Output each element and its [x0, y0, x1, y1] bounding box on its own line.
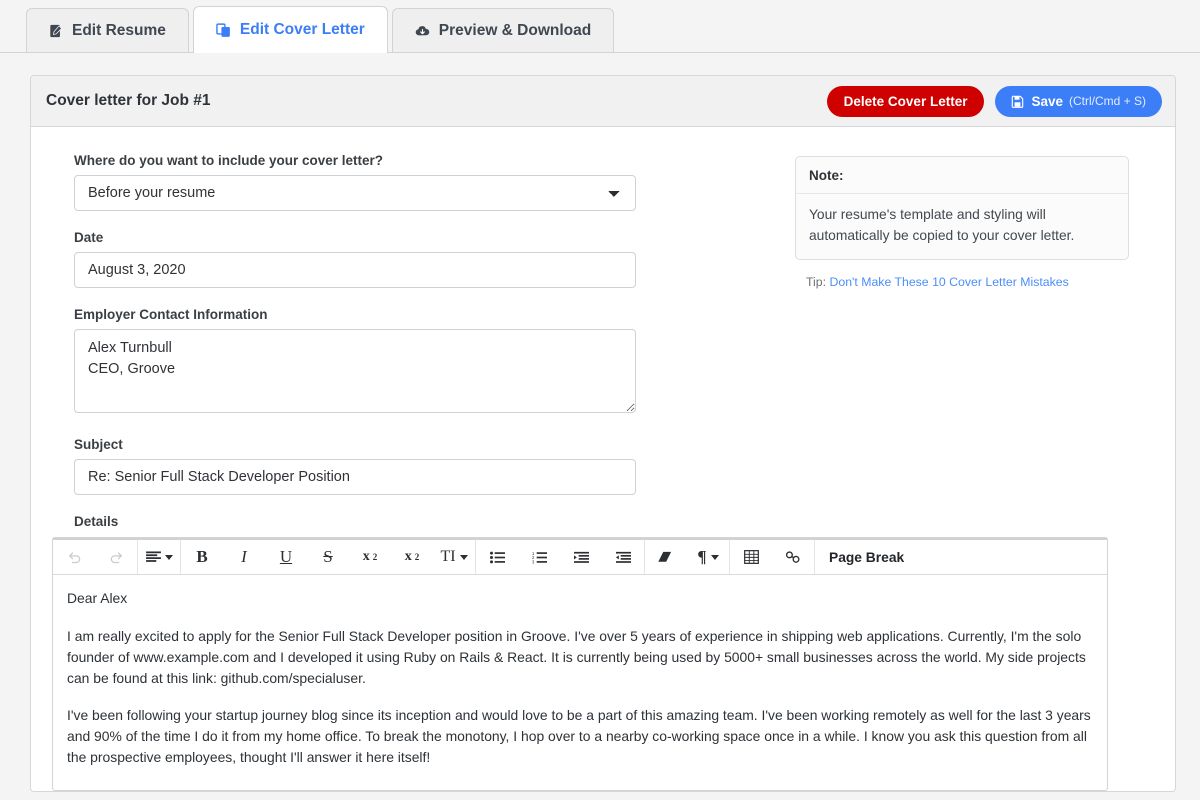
- editor-content-area[interactable]: Dear Alex I am really excited to apply f…: [53, 575, 1107, 790]
- employer-contact-textarea[interactable]: Alex Turnbull CEO, Groove: [74, 329, 636, 413]
- subscript-icon[interactable]: x2: [349, 540, 391, 575]
- side-column: Note: Your resume's template and styling…: [795, 153, 1153, 537]
- undo-icon[interactable]: [53, 540, 95, 575]
- date-input[interactable]: [74, 252, 636, 288]
- letter-paragraph-2: I've been following your startup journey…: [67, 705, 1093, 768]
- tab-label: Edit Resume: [72, 22, 166, 40]
- card-body: Where do you want to include your cover …: [31, 127, 1175, 537]
- numbered-list-icon[interactable]: 123: [518, 540, 560, 575]
- header-actions: Delete Cover Letter Save (Ctrl/Cmd + S): [827, 86, 1162, 117]
- toolbar-group-format: B I U S x2 x2 TI: [181, 540, 476, 574]
- note-body: Your resume's template and styling will …: [796, 194, 1128, 259]
- date-label: Date: [74, 230, 773, 245]
- strikethrough-icon[interactable]: S: [307, 540, 349, 575]
- subject-field: Subject: [74, 437, 773, 495]
- note-heading: Note:: [796, 157, 1128, 194]
- placement-field: Where do you want to include your cover …: [74, 153, 773, 211]
- indent-increase-icon[interactable]: [560, 540, 602, 575]
- link-icon[interactable]: [772, 540, 814, 575]
- save-button[interactable]: Save (Ctrl/Cmd + S): [995, 86, 1162, 117]
- note-card: Note: Your resume's template and styling…: [795, 156, 1129, 260]
- redo-icon[interactable]: [95, 540, 137, 575]
- save-shortcut-hint: (Ctrl/Cmd + S): [1069, 94, 1146, 108]
- editor-toolbar: B I U S x2 x2 TI 123: [53, 538, 1107, 575]
- details-label: Details: [74, 514, 773, 529]
- tip-prefix: Tip:: [806, 275, 826, 289]
- bulleted-list-icon[interactable]: [476, 540, 518, 575]
- copy-documents-icon: [216, 23, 231, 38]
- cloud-download-icon: [415, 24, 430, 38]
- tab-edit-cover-letter[interactable]: Edit Cover Letter: [193, 6, 388, 53]
- chevron-down-icon: [460, 555, 468, 560]
- svg-text:3: 3: [532, 559, 535, 563]
- page-break-button[interactable]: Page Break: [815, 540, 918, 575]
- subject-label: Subject: [74, 437, 773, 452]
- save-floppy-icon: [1011, 95, 1024, 108]
- placement-select[interactable]: Before your resume After your resume: [74, 175, 636, 211]
- edit-document-icon: [49, 24, 63, 38]
- delete-cover-letter-button[interactable]: Delete Cover Letter: [827, 86, 985, 117]
- main-tab-bar: Edit Resume Edit Cover Letter Preview & …: [0, 0, 1200, 53]
- text-style-icon[interactable]: TI: [433, 540, 475, 575]
- italic-icon[interactable]: I: [223, 540, 265, 575]
- letter-paragraph-1: I am really excited to apply for the Sen…: [67, 626, 1093, 689]
- tab-label: Preview & Download: [439, 22, 591, 40]
- tip-line: Tip: Don't Make These 10 Cover Letter Mi…: [795, 275, 1153, 289]
- form-column: Where do you want to include your cover …: [53, 153, 773, 537]
- toolbar-group-insert: [730, 540, 815, 574]
- page-title: Cover letter for Job #1: [46, 92, 211, 110]
- toolbar-group-clear: ¶: [645, 540, 730, 574]
- save-label: Save: [1031, 94, 1063, 109]
- paragraph-pilcrow-icon[interactable]: ¶: [687, 540, 729, 575]
- chevron-down-icon: [711, 555, 719, 560]
- date-field: Date: [74, 230, 773, 288]
- toolbar-group-lists: 123: [476, 540, 645, 574]
- chevron-down-icon: [165, 555, 173, 560]
- cover-letter-card: Cover letter for Job #1 Delete Cover Let…: [30, 75, 1176, 792]
- subject-input[interactable]: [74, 459, 636, 495]
- tab-edit-resume[interactable]: Edit Resume: [26, 8, 189, 52]
- toolbar-group-history: [53, 540, 138, 574]
- clear-formatting-eraser-icon[interactable]: [645, 540, 687, 575]
- align-left-icon[interactable]: [138, 540, 180, 575]
- bold-icon[interactable]: B: [181, 540, 223, 575]
- tab-label: Edit Cover Letter: [240, 21, 365, 39]
- tip-link[interactable]: Don't Make These 10 Cover Letter Mistake…: [829, 275, 1068, 289]
- tab-preview-download[interactable]: Preview & Download: [392, 8, 614, 52]
- employer-contact-label: Employer Contact Information: [74, 307, 773, 322]
- employer-contact-field: Employer Contact Information Alex Turnbu…: [74, 307, 773, 418]
- placement-label: Where do you want to include your cover …: [74, 153, 773, 168]
- details-editor: B I U S x2 x2 TI 123: [52, 537, 1108, 791]
- superscript-icon[interactable]: x2: [391, 540, 433, 575]
- underline-icon[interactable]: U: [265, 540, 307, 575]
- table-icon[interactable]: [730, 540, 772, 575]
- indent-decrease-icon[interactable]: [602, 540, 644, 575]
- toolbar-group-align: [138, 540, 181, 574]
- toolbar-group-pagebreak: Page Break: [815, 540, 918, 574]
- letter-salutation: Dear Alex: [67, 588, 1093, 609]
- card-header: Cover letter for Job #1 Delete Cover Let…: [31, 76, 1175, 127]
